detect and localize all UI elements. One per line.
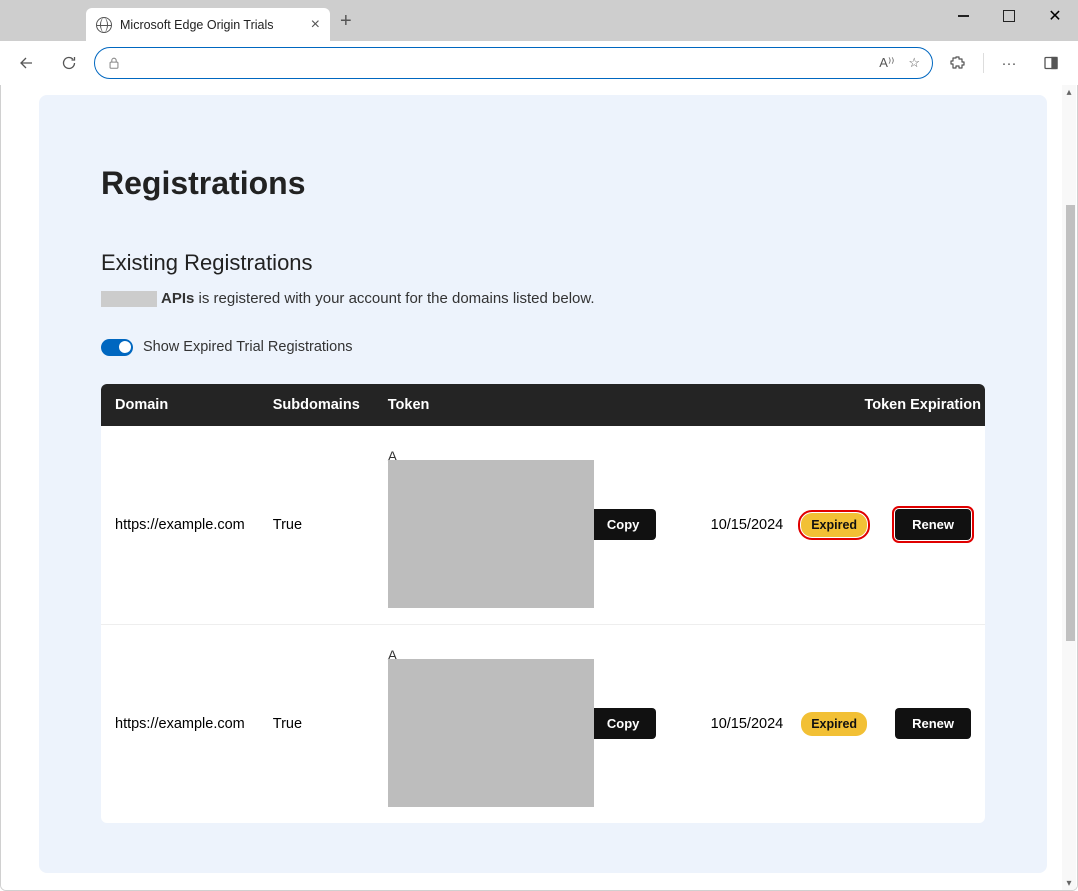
expired-badge: Expired [801, 513, 867, 537]
new-tab-button[interactable]: + [340, 11, 352, 31]
toggle-row: Show Expired Trial Registrations [101, 339, 985, 356]
header-subdomains: Subdomains [259, 384, 374, 426]
cell-domain: https://example.com [101, 624, 259, 823]
cell-token: AQ [374, 426, 576, 625]
renew-button[interactable]: Renew [895, 509, 971, 540]
minimize-button[interactable] [940, 0, 986, 32]
cell-expiration: 10/15/2024 [670, 624, 787, 823]
header-token: Token [374, 384, 576, 426]
copy-button[interactable]: Copy [590, 708, 657, 739]
extensions-button[interactable] [941, 48, 975, 78]
apis-label: APIs [161, 290, 194, 307]
toggle-label: Show Expired Trial Registrations [143, 339, 353, 355]
cell-subdomains: True [259, 426, 374, 625]
address-bar-actions: A⁾⁾ ☆ [879, 55, 920, 71]
registrations-table: Domain Subdomains Token Token Expiration… [101, 384, 985, 823]
copy-button[interactable]: Copy [590, 509, 657, 540]
page-content: Registrations Existing Registrations API… [1, 85, 1077, 890]
table-row: https://example.com True Ao Copy 10/15/2… [101, 624, 985, 823]
scroll-up-arrow[interactable]: ▴ [1062, 85, 1076, 99]
globe-icon [96, 17, 112, 33]
refresh-button[interactable] [52, 48, 86, 78]
tab-title: Microsoft Edge Origin Trials [120, 18, 303, 32]
browser-tab-strip: Microsoft Edge Origin Trials × + ✕ [0, 0, 1078, 41]
table-header: Domain Subdomains Token Token Expiration [101, 384, 985, 426]
cell-token: Ao [374, 624, 576, 823]
existing-registrations-heading: Existing Registrations [101, 250, 985, 276]
close-window-button[interactable]: ✕ [1032, 0, 1078, 32]
window-controls: ✕ [940, 0, 1078, 32]
table-row: https://example.com True AQ Copy 10/15/2… [101, 426, 985, 625]
cell-subdomains: True [259, 624, 374, 823]
renew-button[interactable]: Renew [895, 708, 971, 739]
page-title: Registrations [101, 165, 985, 202]
maximize-button[interactable] [986, 0, 1032, 32]
cell-domain: https://example.com [101, 426, 259, 625]
sidebar-button[interactable] [1034, 48, 1068, 78]
subtext-tail: is registered with your account for the … [194, 290, 594, 307]
registrations-card: Registrations Existing Registrations API… [39, 95, 1047, 873]
viewport: Registrations Existing Registrations API… [0, 85, 1078, 891]
browser-toolbar: A⁾⁾ ☆ ··· [0, 41, 1078, 85]
expired-badge: Expired [801, 712, 867, 736]
redacted-api-name [101, 291, 157, 307]
registration-subtext: APIs is registered with your account for… [101, 290, 985, 307]
settings-menu-button[interactable]: ··· [992, 48, 1026, 78]
token-redacted [388, 659, 594, 807]
cell-expiration: 10/15/2024 [670, 426, 787, 625]
back-button[interactable] [10, 48, 44, 78]
close-tab-icon[interactable]: × [311, 17, 320, 33]
header-domain: Domain [101, 384, 259, 426]
token-redacted [388, 460, 594, 608]
browser-tab[interactable]: Microsoft Edge Origin Trials × [86, 8, 330, 41]
show-expired-toggle[interactable] [101, 339, 133, 356]
read-aloud-icon[interactable]: A⁾⁾ [879, 55, 894, 71]
lock-icon [107, 56, 121, 70]
scrollbar-thumb[interactable] [1066, 205, 1075, 641]
header-expiration: Token Expiration [670, 384, 985, 426]
scroll-down-arrow[interactable]: ▾ [1062, 876, 1076, 890]
address-bar[interactable]: A⁾⁾ ☆ [94, 47, 933, 79]
favorite-icon[interactable]: ☆ [908, 55, 920, 71]
divider [983, 53, 984, 73]
